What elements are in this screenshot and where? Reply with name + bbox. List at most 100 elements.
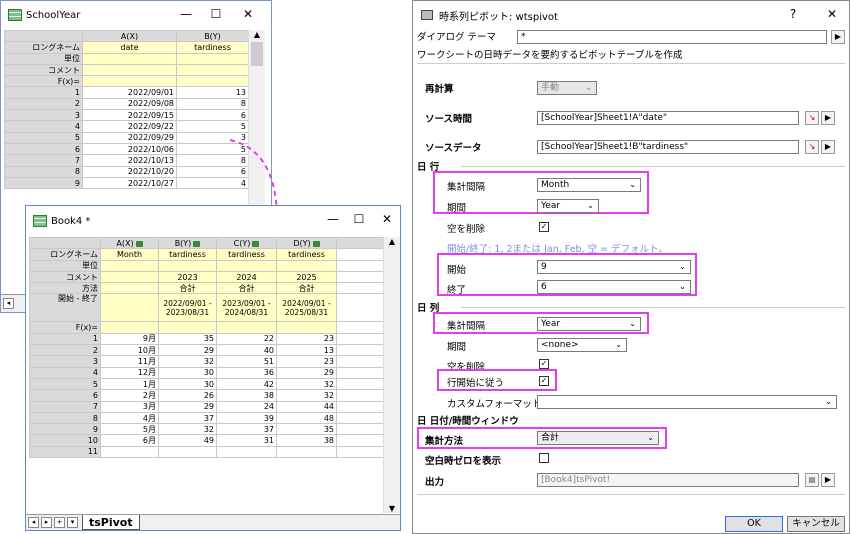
sheet-nav-next-icon[interactable]: ▸ bbox=[41, 517, 52, 528]
cell[interactable]: tardiness bbox=[176, 41, 249, 54]
cell[interactable]: 11月 bbox=[100, 355, 159, 368]
cell[interactable]: 12月 bbox=[100, 366, 159, 379]
aggregate-method-dropdown[interactable]: 合計 ⌄ bbox=[537, 431, 659, 445]
cell[interactable]: 2022/09/01 bbox=[82, 86, 177, 99]
cell[interactable]: 29 bbox=[158, 400, 217, 413]
cell[interactable]: 32 bbox=[158, 355, 217, 368]
cell[interactable]: 36 bbox=[216, 366, 277, 379]
cell[interactable]: 23 bbox=[276, 355, 337, 368]
cell[interactable]: 30 bbox=[158, 366, 217, 379]
scroll-up-icon[interactable]: ▲ bbox=[384, 237, 400, 246]
cell[interactable] bbox=[336, 377, 384, 391]
scroll-down-icon[interactable]: ▼ bbox=[384, 504, 400, 513]
sheet-tab-tspivot[interactable]: tsPivot bbox=[82, 515, 140, 530]
book4-grid[interactable]: A(X) B(Y) C(Y) D(Y) ロングネーム Month tardine… bbox=[29, 236, 384, 459]
cell[interactable] bbox=[336, 445, 384, 459]
cell[interactable]: 42 bbox=[216, 377, 277, 391]
cell[interactable]: Month bbox=[100, 248, 159, 261]
cell[interactable] bbox=[100, 282, 159, 295]
custom-format-dropdown[interactable]: ⌄ bbox=[537, 395, 837, 409]
row-number[interactable]: 5 bbox=[29, 377, 101, 391]
cell[interactable]: 35 bbox=[158, 332, 217, 346]
row-label[interactable]: F(x)= bbox=[4, 75, 83, 88]
cell[interactable]: 35 bbox=[276, 423, 337, 436]
cell[interactable]: 9月 bbox=[100, 332, 159, 346]
cell[interactable] bbox=[100, 321, 159, 334]
cell[interactable]: 2023 bbox=[158, 270, 217, 284]
row-number[interactable]: 3 bbox=[4, 109, 83, 122]
cell[interactable]: 5月 bbox=[100, 423, 159, 436]
row-number[interactable]: 6 bbox=[29, 389, 101, 402]
cell[interactable]: 51 bbox=[216, 355, 277, 368]
source-data-menu-arrow-icon[interactable]: ▶ bbox=[821, 140, 835, 154]
cell[interactable] bbox=[100, 270, 159, 284]
cell[interactable]: 6月 bbox=[100, 434, 159, 447]
cell[interactable] bbox=[158, 259, 217, 272]
cell[interactable]: 2022/09/08 bbox=[82, 97, 177, 111]
cell[interactable] bbox=[336, 389, 384, 402]
scroll-thumb[interactable] bbox=[251, 42, 263, 66]
row-number[interactable]: 4 bbox=[4, 120, 83, 133]
cell[interactable] bbox=[336, 423, 384, 436]
maximize-button[interactable]: ☐ bbox=[344, 206, 374, 234]
cell[interactable]: 2022/09/15 bbox=[82, 109, 177, 122]
row-number[interactable]: 4 bbox=[29, 366, 101, 379]
col-interval-dropdown[interactable]: Year ⌄ bbox=[537, 317, 641, 331]
cell[interactable] bbox=[276, 321, 337, 334]
cell[interactable] bbox=[158, 321, 217, 334]
cell[interactable] bbox=[100, 259, 159, 272]
col-empty-checkbox[interactable]: ✓ bbox=[539, 359, 549, 369]
cell[interactable]: 44 bbox=[276, 400, 337, 413]
help-button[interactable]: ? bbox=[778, 1, 808, 29]
cell[interactable]: 40 bbox=[216, 344, 277, 357]
cell[interactable] bbox=[336, 366, 384, 379]
output-menu-arrow-icon[interactable]: ▶ bbox=[821, 473, 835, 487]
row-number[interactable]: 1 bbox=[4, 86, 83, 99]
cell[interactable] bbox=[158, 445, 217, 459]
cell[interactable]: 2022/09/01 - 2023/08/31 bbox=[158, 293, 217, 323]
row-number[interactable]: 8 bbox=[29, 411, 101, 425]
row-label[interactable]: 単位 bbox=[29, 259, 101, 272]
cell[interactable]: 2022/10/20 bbox=[82, 165, 177, 178]
theme-menu-arrow-icon[interactable]: ▶ bbox=[831, 30, 845, 44]
row-number[interactable]: 8 bbox=[4, 165, 83, 178]
cell[interactable]: 30 bbox=[158, 377, 217, 391]
row-number[interactable]: 10 bbox=[29, 434, 101, 447]
cell[interactable]: 2023/09/01 - 2024/08/31 bbox=[216, 293, 277, 323]
theme-input[interactable]: * bbox=[517, 30, 827, 44]
cancel-button[interactable]: キャンセル bbox=[787, 516, 845, 532]
row-period-dropdown[interactable]: Year ⌄ bbox=[537, 199, 599, 213]
cell[interactable] bbox=[336, 259, 384, 272]
row-number[interactable]: 7 bbox=[29, 400, 101, 413]
cell[interactable] bbox=[336, 282, 384, 295]
cell[interactable] bbox=[336, 332, 384, 346]
cell[interactable] bbox=[100, 445, 159, 459]
cell[interactable]: tardiness bbox=[158, 248, 217, 261]
cell[interactable]: 48 bbox=[276, 411, 337, 425]
cell[interactable]: 2024/09/01 - 2025/08/31 bbox=[276, 293, 337, 323]
row-interval-dropdown[interactable]: Month ⌄ bbox=[537, 178, 641, 192]
row-empty-checkbox[interactable]: ✓ bbox=[539, 222, 549, 232]
add-sheet-icon[interactable]: + bbox=[54, 517, 65, 528]
cell[interactable]: 39 bbox=[216, 411, 277, 425]
cell[interactable] bbox=[216, 259, 277, 272]
close-button[interactable]: ✕ bbox=[372, 206, 402, 234]
column-header[interactable]: A(X) bbox=[100, 236, 159, 250]
column-header[interactable]: A(X) bbox=[82, 29, 177, 43]
cell[interactable]: 合計 bbox=[216, 282, 277, 295]
cell[interactable]: 2022/09/29 bbox=[82, 131, 177, 144]
row-number[interactable]: 6 bbox=[4, 142, 83, 156]
column-header[interactable]: D(Y) bbox=[276, 236, 337, 250]
range-select-icon[interactable]: ↘ bbox=[805, 140, 819, 154]
ok-button[interactable]: OK bbox=[725, 516, 783, 532]
sheet-nav-first-icon[interactable]: ◂ bbox=[3, 298, 14, 309]
cell[interactable] bbox=[336, 434, 384, 447]
row-label[interactable]: コメント bbox=[29, 270, 101, 284]
cell[interactable] bbox=[336, 270, 384, 284]
row-number[interactable]: 7 bbox=[4, 154, 83, 167]
empty-header[interactable] bbox=[336, 236, 384, 250]
column-header[interactable]: B(Y) bbox=[158, 236, 217, 250]
column-header[interactable]: B(Y) bbox=[176, 29, 249, 43]
cell[interactable] bbox=[176, 52, 249, 65]
cell[interactable] bbox=[336, 400, 384, 413]
